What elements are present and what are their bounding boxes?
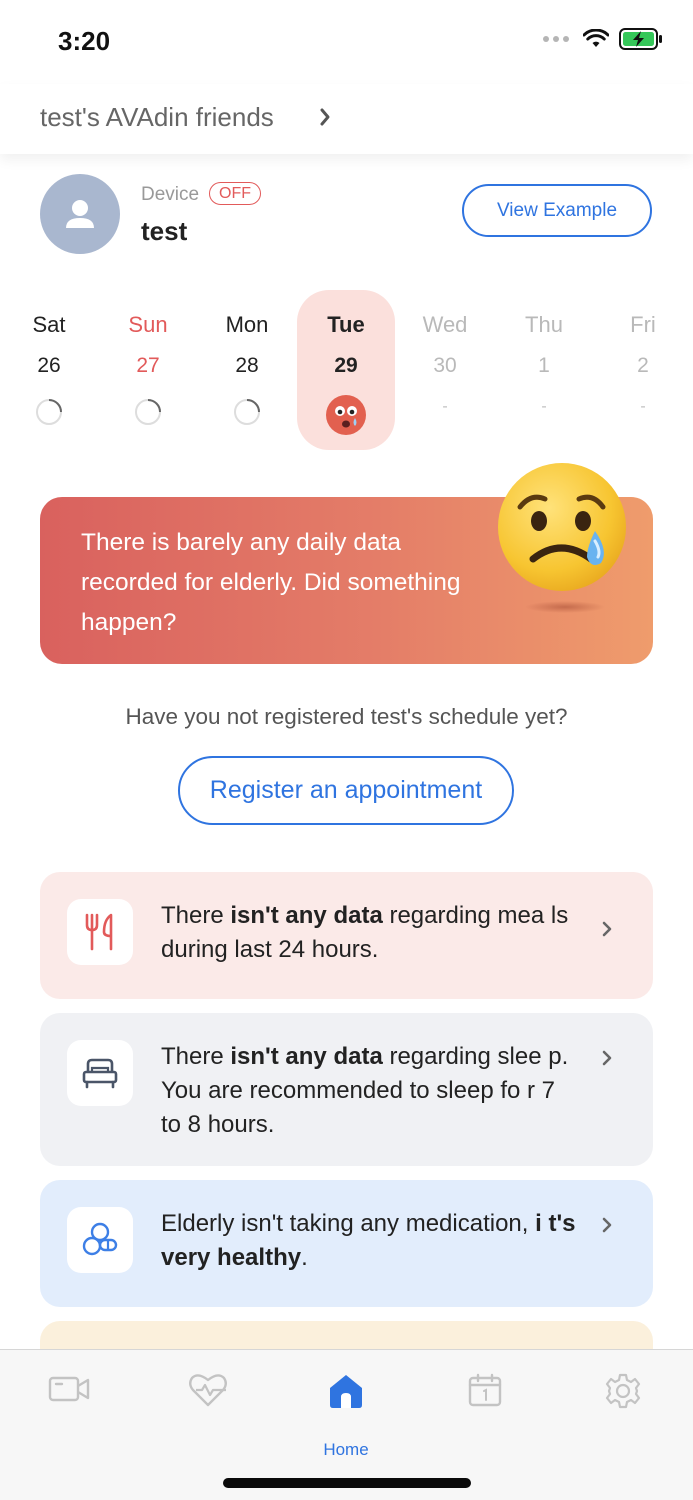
profile-name: test	[141, 216, 188, 246]
fork-knife-icon	[85, 913, 113, 951]
medication-icon-box	[67, 1207, 133, 1273]
status-icons	[543, 28, 663, 50]
alert-text: There is barely any daily data recorded …	[81, 529, 461, 636]
day-name: Tue	[327, 312, 365, 337]
day-name: Wed	[422, 312, 468, 337]
no-data-dash: -	[640, 398, 646, 415]
tab-health[interactable]	[158, 1368, 258, 1458]
no-data-dash: -	[541, 398, 547, 415]
day-date: 29	[334, 354, 358, 377]
view-example-button[interactable]: View Example	[462, 184, 652, 237]
home-icon	[330, 1375, 362, 1408]
medication-card[interactable]: Elderly isn't taking any medication, i t…	[40, 1180, 653, 1307]
day-name: Sat	[32, 312, 66, 337]
meal-icon-box	[67, 899, 133, 965]
device-status-badge: OFF	[209, 182, 261, 205]
bed-icon	[82, 1058, 118, 1089]
tab-settings[interactable]	[573, 1368, 673, 1458]
loading-spinner-icon	[36, 399, 62, 425]
status-time: 3:20	[58, 26, 111, 56]
day-date: 2	[637, 354, 649, 377]
sleep-icon-box	[67, 1040, 133, 1106]
chevron-right-icon	[602, 921, 612, 937]
no-data-dash: -	[442, 398, 448, 415]
loading-spinner-icon	[234, 399, 260, 425]
sleep-card[interactable]: There isn't any data regarding slee p. Y…	[40, 1013, 653, 1166]
status-bar: 3:20	[0, 0, 693, 84]
avatar[interactable]	[40, 174, 120, 254]
week-selector: Sat 26 Sun 27 Mon 28 Tue 29 Wed 30 - Thu…	[0, 290, 693, 452]
profile-section: Device OFF test View Example	[40, 174, 653, 256]
tab-home[interactable]: Home	[296, 1368, 396, 1459]
sleep-card-text: There isn't any data regarding slee p. Y…	[161, 1043, 569, 1138]
day-date: 30	[433, 354, 457, 377]
day-wed[interactable]: Wed 30 -	[396, 290, 494, 450]
tab-calendar[interactable]	[435, 1368, 535, 1458]
chevron-right-icon	[602, 1050, 612, 1066]
day-date: 27	[136, 354, 160, 377]
day-name: Thu	[525, 312, 563, 337]
day-date: 28	[235, 354, 259, 377]
day-fri[interactable]: Fri 2 -	[594, 290, 692, 450]
person-icon	[66, 200, 94, 228]
gear-icon	[605, 1373, 641, 1409]
loading-spinner-icon	[135, 399, 161, 425]
day-name: Fri	[630, 312, 656, 337]
day-name: Mon	[225, 312, 269, 337]
day-thu[interactable]: Thu 1 -	[495, 290, 593, 450]
meal-card[interactable]: There isn't any data regarding mea ls du…	[40, 872, 653, 999]
day-sat[interactable]: Sat 26	[0, 290, 98, 450]
register-appointment-button[interactable]: Register an appointment	[178, 756, 514, 825]
signal-dots-icon	[543, 36, 569, 42]
day-mon[interactable]: Mon 28	[198, 290, 296, 450]
day-tue[interactable]: Tue 29	[297, 290, 395, 450]
medication-card-text: Elderly isn't taking any medication, i t…	[161, 1210, 576, 1271]
alert-banner: There is barely any daily data recorded …	[40, 463, 653, 664]
device-label: Device	[141, 184, 200, 205]
home-indicator	[223, 1478, 471, 1488]
day-date: 1	[538, 354, 550, 377]
page-title[interactable]: test's AVAdin friends	[40, 102, 274, 133]
day-date: 26	[37, 354, 61, 377]
video-camera-icon	[48, 1376, 90, 1402]
calendar-icon	[468, 1373, 502, 1407]
schedule-question: Have you not registered test's schedule …	[125, 704, 568, 729]
battery-charging-icon	[619, 28, 662, 50]
pill-icon	[82, 1222, 118, 1256]
header[interactable]: test's AVAdin friends	[0, 84, 693, 154]
heart-pulse-icon	[189, 1374, 227, 1407]
day-sun[interactable]: Sun 27	[99, 290, 197, 450]
sad-face-icon	[326, 395, 366, 435]
meal-card-text: There isn't any data regarding mea ls du…	[161, 902, 569, 963]
chevron-right-icon	[602, 1217, 612, 1233]
tab-camera[interactable]	[19, 1368, 119, 1458]
wifi-icon	[583, 29, 609, 47]
tab-label-home: Home	[323, 1440, 369, 1459]
day-name: Sun	[128, 312, 168, 337]
crying-emoji-icon	[495, 463, 629, 613]
chevron-right-icon[interactable]	[318, 104, 334, 130]
